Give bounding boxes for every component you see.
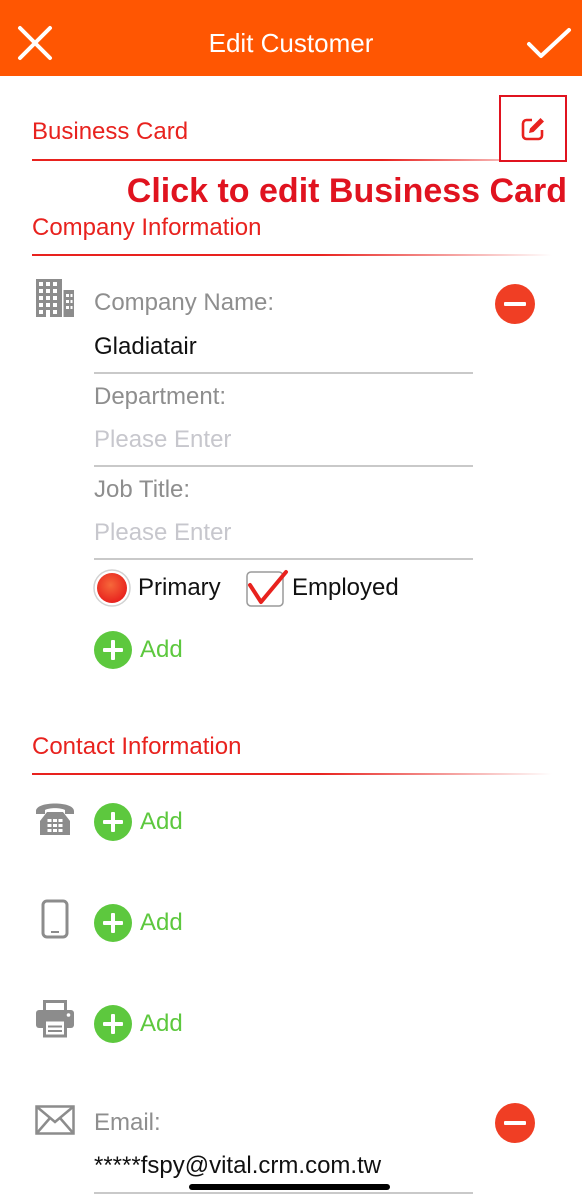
edit-business-card-button[interactable] — [499, 95, 567, 162]
business-card-title: Business Card — [32, 118, 189, 145]
edit-icon[interactable] — [520, 116, 546, 142]
employed-checkbox-option[interactable]: Employed — [245, 568, 405, 608]
company-information-title: Company Information — [32, 214, 262, 241]
plus-circle-icon[interactable] — [94, 904, 132, 942]
add-fax-button[interactable]: Add — [94, 1005, 186, 1043]
section-divider — [32, 159, 499, 161]
minus-circle-icon[interactable] — [495, 1103, 535, 1143]
close-icon[interactable] — [18, 26, 52, 60]
field-underline — [94, 465, 473, 467]
remove-email-button[interactable] — [495, 1103, 535, 1143]
job-title-label: Job Title: — [94, 476, 191, 503]
app-header: Edit Customer — [0, 0, 582, 76]
primary-label: Primary — [138, 574, 221, 601]
employed-label: Employed — [292, 574, 399, 601]
mail-icon — [35, 1105, 75, 1135]
plus-circle-icon[interactable] — [94, 1005, 132, 1043]
company-name-input[interactable] — [94, 333, 473, 361]
telephone-icon — [35, 800, 75, 836]
add-label[interactable]: Add — [140, 808, 183, 836]
field-underline — [94, 558, 473, 560]
field-underline — [94, 1192, 473, 1194]
job-title-input[interactable] — [94, 519, 473, 547]
remove-company-button[interactable] — [495, 284, 535, 324]
department-input[interactable] — [94, 426, 473, 454]
add-label[interactable]: Add — [140, 1010, 183, 1038]
plus-circle-icon[interactable] — [94, 631, 132, 669]
department-label: Department: — [94, 383, 227, 410]
add-label[interactable]: Add — [140, 909, 183, 937]
building-icon — [35, 279, 75, 317]
close-button[interactable] — [18, 26, 52, 60]
minus-circle-icon[interactable] — [495, 284, 535, 324]
save-button[interactable] — [526, 27, 572, 60]
mobile-phone-icon — [41, 899, 69, 939]
page-title: Edit Customer — [208, 28, 374, 58]
plus-circle-icon[interactable] — [94, 803, 132, 841]
primary-radio-option[interactable]: Primary — [93, 569, 225, 607]
company-name-label: Company Name: — [94, 289, 275, 316]
primary-radio-dot — [97, 573, 127, 603]
field-underline — [94, 372, 473, 374]
edit-business-card-hint: Click to edit Business Card — [126, 172, 567, 210]
add-company-button[interactable]: Add — [94, 631, 186, 669]
add-telephone-button[interactable]: Add — [94, 803, 186, 841]
email-input[interactable] — [94, 1152, 473, 1180]
home-indicator — [189, 1184, 390, 1190]
fax-icon — [35, 1000, 75, 1038]
email-label: Email: — [94, 1109, 161, 1136]
primary-radio[interactable] — [93, 569, 131, 607]
checkmark-icon[interactable] — [526, 27, 572, 60]
contact-information-title: Contact Information — [32, 733, 242, 760]
section-divider — [32, 254, 552, 256]
add-mobile-button[interactable]: Add — [94, 904, 186, 942]
employed-checkbox[interactable] — [245, 568, 289, 608]
add-label[interactable]: Add — [140, 636, 183, 664]
section-divider — [32, 773, 552, 775]
